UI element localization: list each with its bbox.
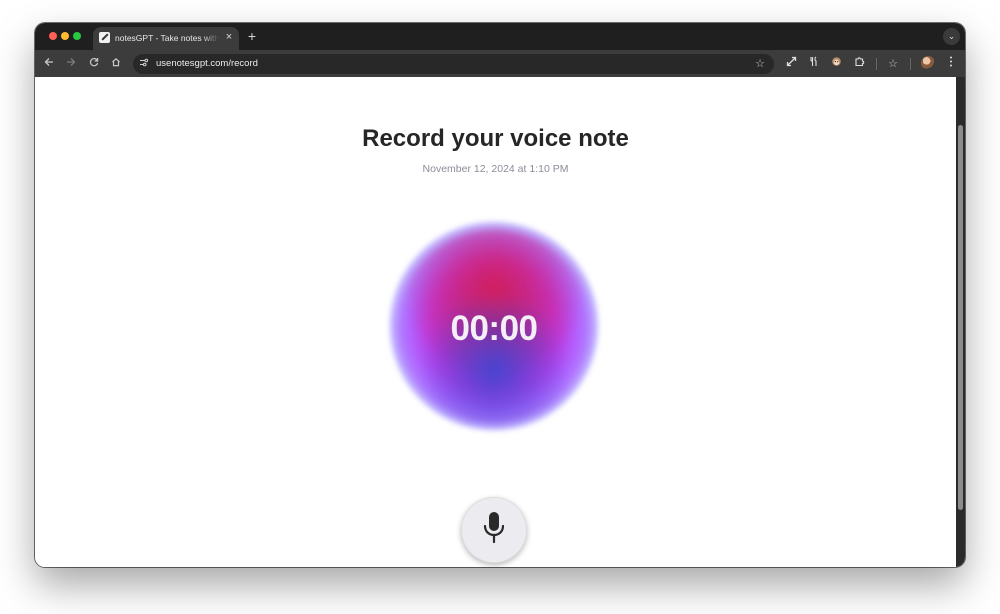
forward-arrow-icon[interactable] <box>62 55 80 73</box>
record-button[interactable] <box>461 497 527 563</box>
page-content: Record your voice note November 12, 2024… <box>35 77 956 567</box>
back-arrow-icon[interactable] <box>40 55 58 73</box>
page-title: Record your voice note <box>362 125 629 152</box>
tab-strip: notesGPT - Take notes with your voice × … <box>35 23 965 50</box>
toolbar-divider <box>876 58 877 70</box>
recording-date: November 12, 2024 at 1:10 PM <box>422 163 569 175</box>
profile-avatar[interactable] <box>921 56 935 70</box>
recording-timer: 00:00 <box>450 309 538 348</box>
new-tab-button[interactable]: + <box>245 28 259 44</box>
tab-title: notesGPT - Take notes with your voice <box>115 33 219 43</box>
minimize-window-button[interactable] <box>61 32 69 40</box>
more-menu-icon[interactable] <box>942 55 960 73</box>
notesgpt-favicon-icon <box>99 32 110 43</box>
home-icon[interactable] <box>107 55 125 73</box>
address-bar[interactable]: usenotesgpt.com/record ☆ <box>133 54 774 74</box>
extension-monkey-icon[interactable] <box>827 55 845 73</box>
reload-icon[interactable] <box>85 55 103 73</box>
tab-search-button[interactable]: ⌄ <box>943 28 960 45</box>
browser-window: notesGPT - Take notes with your voice × … <box>35 23 965 567</box>
url-text: usenotesgpt.com/record <box>156 58 258 69</box>
close-window-button[interactable] <box>49 32 57 40</box>
browser-tab-active[interactable]: notesGPT - Take notes with your voice × <box>93 27 239 50</box>
toolbar-divider <box>910 58 911 70</box>
bookmark-star-icon[interactable]: ☆ <box>753 56 767 72</box>
site-info-icon[interactable] <box>137 57 151 71</box>
browser-toolbar: usenotesgpt.com/record ☆ ☆ <box>35 50 965 77</box>
expand-icon[interactable] <box>782 55 800 73</box>
tab-close-icon[interactable]: × <box>223 31 235 44</box>
bookmarks-star-icon[interactable]: ☆ <box>884 55 902 73</box>
microphone-icon <box>481 511 507 550</box>
scrollbar-thumb[interactable] <box>958 125 963 510</box>
extensions-puzzle-icon[interactable] <box>850 55 868 73</box>
extension-fork-knife-icon[interactable] <box>805 55 823 73</box>
maximize-window-button[interactable] <box>73 32 81 40</box>
